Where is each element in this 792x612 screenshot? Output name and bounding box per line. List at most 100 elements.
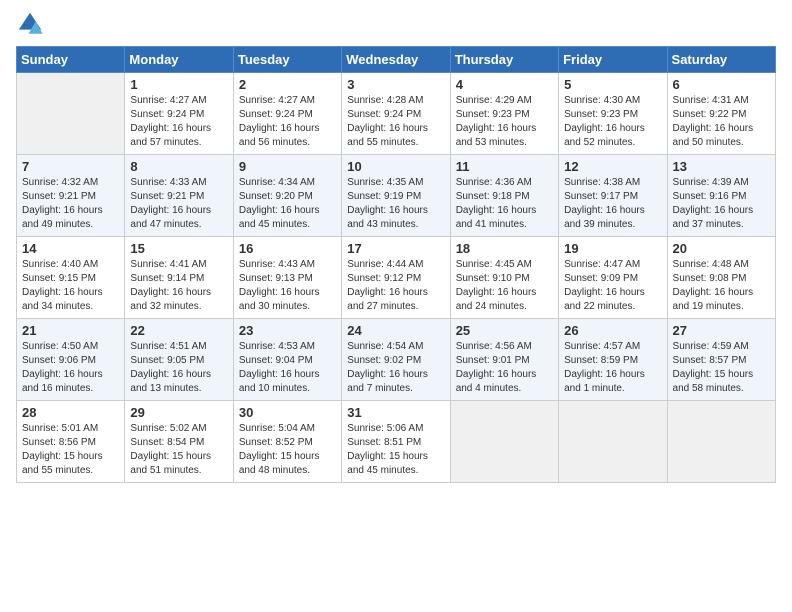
cell-day-number: 29 [130,405,227,420]
cell-day-number: 13 [673,159,770,174]
cell-info-text: Sunrise: 5:02 AM Sunset: 8:54 PM Dayligh… [130,422,227,478]
calendar-cell: 3 Sunrise: 4:28 AM Sunset: 9:24 PM Daylig… [342,73,450,155]
cell-info-text: Sunrise: 4:45 AM Sunset: 9:10 PM Dayligh… [456,258,553,314]
cell-info-text: Sunrise: 4:48 AM Sunset: 9:08 PM Dayligh… [673,258,770,314]
cell-info-text: Sunrise: 4:57 AM Sunset: 8:59 PM Dayligh… [564,340,661,396]
cell-info-text: Sunrise: 5:06 AM Sunset: 8:51 PM Dayligh… [347,422,444,478]
logo-icon [16,10,44,38]
calendar-row-0: 1 Sunrise: 4:27 AM Sunset: 9:24 PM Daylig… [17,73,776,155]
calendar-cell: 21 Sunrise: 4:50 AM Sunset: 9:06 PM Dayli… [17,319,125,401]
calendar-cell: 29 Sunrise: 5:02 AM Sunset: 8:54 PM Dayli… [125,401,233,483]
page: SundayMondayTuesdayWednesdayThursdayFrid… [0,0,792,612]
cell-day-number: 9 [239,159,336,174]
cell-day-number: 4 [456,77,553,92]
cell-day-number: 3 [347,77,444,92]
cell-day-number: 25 [456,323,553,338]
cell-info-text: Sunrise: 4:47 AM Sunset: 9:09 PM Dayligh… [564,258,661,314]
cell-day-number: 21 [22,323,119,338]
cell-day-number: 1 [130,77,227,92]
cell-day-number: 2 [239,77,336,92]
calendar-cell: 19 Sunrise: 4:47 AM Sunset: 9:09 PM Dayli… [559,237,667,319]
cell-info-text: Sunrise: 4:32 AM Sunset: 9:21 PM Dayligh… [22,176,119,232]
calendar-cell: 14 Sunrise: 4:40 AM Sunset: 9:15 PM Dayli… [17,237,125,319]
cell-info-text: Sunrise: 4:44 AM Sunset: 9:12 PM Dayligh… [347,258,444,314]
calendar-cell: 25 Sunrise: 4:56 AM Sunset: 9:01 PM Dayli… [450,319,558,401]
cell-day-number: 7 [22,159,119,174]
cell-info-text: Sunrise: 4:29 AM Sunset: 9:23 PM Dayligh… [456,94,553,150]
weekday-header-monday: Monday [125,47,233,73]
calendar-cell: 8Sunrise: 4:33 AM Sunset: 9:21 PM Daylig… [125,155,233,237]
calendar-cell: 18Sunrise: 4:45 AM Sunset: 9:10 PM Dayli… [450,237,558,319]
calendar-cell: 24 Sunrise: 4:54 AM Sunset: 9:02 PM Dayli… [342,319,450,401]
calendar-cell: 4 Sunrise: 4:29 AM Sunset: 9:23 PM Daylig… [450,73,558,155]
calendar-cell: 5 Sunrise: 4:30 AM Sunset: 9:23 PM Daylig… [559,73,667,155]
cell-day-number: 16 [239,241,336,256]
cell-day-number: 5 [564,77,661,92]
cell-day-number: 30 [239,405,336,420]
calendar-row-4: 28 Sunrise: 5:01 AM Sunset: 8:56 PM Dayli… [17,401,776,483]
weekday-header-row: SundayMondayTuesdayWednesdayThursdayFrid… [17,47,776,73]
cell-day-number: 26 [564,323,661,338]
calendar-cell: 15Sunrise: 4:41 AM Sunset: 9:14 PM Dayli… [125,237,233,319]
cell-info-text: Sunrise: 4:50 AM Sunset: 9:06 PM Dayligh… [22,340,119,396]
cell-day-number: 10 [347,159,444,174]
cell-info-text: Sunrise: 4:41 AM Sunset: 9:14 PM Dayligh… [130,258,227,314]
cell-info-text: Sunrise: 4:34 AM Sunset: 9:20 PM Dayligh… [239,176,336,232]
weekday-header-tuesday: Tuesday [233,47,341,73]
cell-info-text: Sunrise: 4:43 AM Sunset: 9:13 PM Dayligh… [239,258,336,314]
cell-info-text: Sunrise: 4:30 AM Sunset: 9:23 PM Dayligh… [564,94,661,150]
cell-info-text: Sunrise: 4:51 AM Sunset: 9:05 PM Dayligh… [130,340,227,396]
calendar-cell: 16 Sunrise: 4:43 AM Sunset: 9:13 PM Dayli… [233,237,341,319]
cell-day-number: 14 [22,241,119,256]
calendar-cell: 23 Sunrise: 4:53 AM Sunset: 9:04 PM Dayli… [233,319,341,401]
calendar-cell: 11Sunrise: 4:36 AM Sunset: 9:18 PM Dayli… [450,155,558,237]
cell-info-text: Sunrise: 4:40 AM Sunset: 9:15 PM Dayligh… [22,258,119,314]
cell-day-number: 31 [347,405,444,420]
calendar-cell: 28 Sunrise: 5:01 AM Sunset: 8:56 PM Dayli… [17,401,125,483]
weekday-header-thursday: Thursday [450,47,558,73]
cell-day-number: 20 [673,241,770,256]
calendar-cell [559,401,667,483]
calendar-cell: 12 Sunrise: 4:38 AM Sunset: 9:17 PM Dayli… [559,155,667,237]
cell-info-text: Sunrise: 4:27 AM Sunset: 9:24 PM Dayligh… [130,94,227,150]
weekday-header-sunday: Sunday [17,47,125,73]
calendar-table: SundayMondayTuesdayWednesdayThursdayFrid… [16,46,776,483]
cell-day-number: 22 [130,323,227,338]
cell-info-text: Sunrise: 4:56 AM Sunset: 9:01 PM Dayligh… [456,340,553,396]
weekday-header-wednesday: Wednesday [342,47,450,73]
cell-day-number: 23 [239,323,336,338]
cell-day-number: 24 [347,323,444,338]
cell-info-text: Sunrise: 4:53 AM Sunset: 9:04 PM Dayligh… [239,340,336,396]
calendar-cell: 17 Sunrise: 4:44 AM Sunset: 9:12 PM Dayli… [342,237,450,319]
cell-day-number: 6 [673,77,770,92]
cell-info-text: Sunrise: 4:28 AM Sunset: 9:24 PM Dayligh… [347,94,444,150]
calendar-cell [17,73,125,155]
cell-day-number: 17 [347,241,444,256]
calendar-cell: 26 Sunrise: 4:57 AM Sunset: 8:59 PM Dayli… [559,319,667,401]
cell-day-number: 28 [22,405,119,420]
cell-info-text: Sunrise: 4:35 AM Sunset: 9:19 PM Dayligh… [347,176,444,232]
cell-info-text: Sunrise: 4:31 AM Sunset: 9:22 PM Dayligh… [673,94,770,150]
calendar-cell [450,401,558,483]
cell-day-number: 27 [673,323,770,338]
calendar-row-3: 21 Sunrise: 4:50 AM Sunset: 9:06 PM Dayli… [17,319,776,401]
weekday-header-friday: Friday [559,47,667,73]
calendar-row-1: 7 Sunrise: 4:32 AM Sunset: 9:21 PM Daylig… [17,155,776,237]
cell-info-text: Sunrise: 5:04 AM Sunset: 8:52 PM Dayligh… [239,422,336,478]
cell-day-number: 19 [564,241,661,256]
cell-info-text: Sunrise: 4:54 AM Sunset: 9:02 PM Dayligh… [347,340,444,396]
calendar-cell: 22 Sunrise: 4:51 AM Sunset: 9:05 PM Dayli… [125,319,233,401]
cell-info-text: Sunrise: 4:27 AM Sunset: 9:24 PM Dayligh… [239,94,336,150]
calendar-cell [667,401,775,483]
calendar-cell: 2 Sunrise: 4:27 AM Sunset: 9:24 PM Daylig… [233,73,341,155]
calendar-cell: 10 Sunrise: 4:35 AM Sunset: 9:19 PM Dayli… [342,155,450,237]
calendar-row-2: 14 Sunrise: 4:40 AM Sunset: 9:15 PM Dayli… [17,237,776,319]
cell-info-text: Sunrise: 5:01 AM Sunset: 8:56 PM Dayligh… [22,422,119,478]
calendar-cell: 13Sunrise: 4:39 AM Sunset: 9:16 PM Dayli… [667,155,775,237]
cell-day-number: 12 [564,159,661,174]
calendar-cell: 30 Sunrise: 5:04 AM Sunset: 8:52 PM Dayli… [233,401,341,483]
cell-info-text: Sunrise: 4:59 AM Sunset: 8:57 PM Dayligh… [673,340,770,396]
cell-info-text: Sunrise: 4:38 AM Sunset: 9:17 PM Dayligh… [564,176,661,232]
weekday-header-saturday: Saturday [667,47,775,73]
calendar-cell: 6 Sunrise: 4:31 AM Sunset: 9:22 PM Daylig… [667,73,775,155]
